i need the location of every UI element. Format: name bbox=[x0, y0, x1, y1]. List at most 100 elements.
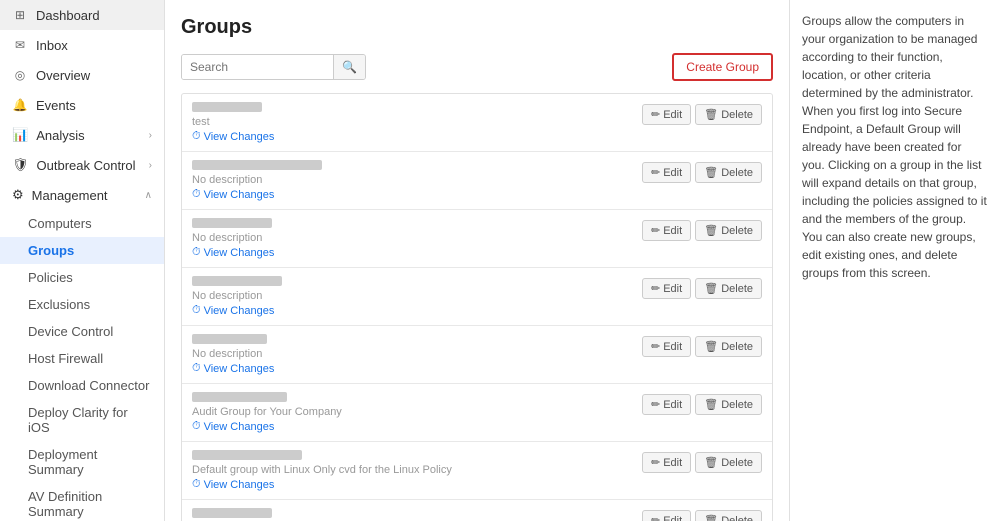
group-description: test bbox=[192, 116, 634, 128]
group-name-block: No description ⏱ View Changes bbox=[192, 334, 634, 375]
sidebar: ⊞ Dashboard ✉ Inbox ◎ Overview 🔔 Events … bbox=[0, 0, 165, 521]
search-box: 🔍 bbox=[181, 54, 366, 80]
inbox-icon: ✉ bbox=[12, 37, 28, 53]
sidebar-section-analysis[interactable]: 📊 Analysis › bbox=[0, 120, 164, 150]
group-item: No description ⏱ View Changes ✏ Edit 🗑 D… bbox=[182, 326, 772, 384]
sidebar-item-overview[interactable]: ◎ Overview bbox=[0, 60, 164, 90]
group-actions: ✏ Edit 🗑 Delete bbox=[642, 104, 762, 125]
management-icon: ⚙ bbox=[12, 187, 24, 203]
group-name-bar bbox=[192, 276, 282, 286]
edit-button[interactable]: ✏ Edit bbox=[642, 510, 691, 521]
group-item: No description ⏱ View Changes ✏ Edit 🗑 D… bbox=[182, 152, 772, 210]
page-content: Groups 🔍 Create Group test ⏱ View Change… bbox=[165, 0, 789, 521]
group-name-bar bbox=[192, 218, 272, 228]
sidebar-item-policies[interactable]: Policies bbox=[0, 264, 164, 291]
delete-button[interactable]: 🗑 Delete bbox=[695, 336, 762, 357]
dashboard-icon: ⊞ bbox=[12, 7, 28, 23]
sidebar-item-events[interactable]: 🔔 Events bbox=[0, 90, 164, 120]
clock-icon: ⏱ bbox=[192, 304, 201, 317]
group-item: No description ⏱ View Changes ✏ Edit 🗑 D… bbox=[182, 268, 772, 326]
sidebar-item-computers[interactable]: Computers bbox=[0, 210, 164, 237]
sidebar-item-host-firewall[interactable]: Host Firewall bbox=[0, 345, 164, 372]
sidebar-item-inbox[interactable]: ✉ Inbox bbox=[0, 30, 164, 60]
overview-icon: ◎ bbox=[12, 67, 28, 83]
search-button[interactable]: 🔍 bbox=[333, 55, 365, 79]
clock-icon: ⏱ bbox=[192, 246, 201, 259]
group-name-bar bbox=[192, 102, 262, 112]
create-group-button[interactable]: Create Group bbox=[672, 53, 773, 81]
group-item: No description ⏱ View Changes ✏ Edit 🗑 D… bbox=[182, 500, 772, 521]
group-name-block: No description ⏱ View Changes bbox=[192, 160, 634, 201]
sidebar-item-av-definition-summary[interactable]: AV Definition Summary bbox=[0, 483, 164, 521]
group-item-header: No description ⏱ View Changes ✏ Edit 🗑 D… bbox=[192, 334, 762, 375]
group-name-block: No description ⏱ View Changes bbox=[192, 218, 634, 259]
clock-icon: ⏱ bbox=[192, 130, 201, 143]
group-actions: ✏ Edit 🗑 Delete bbox=[642, 220, 762, 241]
edit-button[interactable]: ✏ Edit bbox=[642, 278, 691, 299]
view-changes-link[interactable]: ⏱ View Changes bbox=[192, 420, 634, 433]
sidebar-section-management[interactable]: ⚙ Management ∧ bbox=[0, 180, 164, 210]
edit-button[interactable]: ✏ Edit bbox=[642, 104, 691, 125]
sidebar-item-deploy-clarity[interactable]: Deploy Clarity for iOS bbox=[0, 399, 164, 441]
view-changes-link[interactable]: ⏱ View Changes bbox=[192, 362, 634, 375]
group-item-header: No description ⏱ View Changes ✏ Edit 🗑 D… bbox=[192, 218, 762, 259]
group-name-bar bbox=[192, 334, 267, 344]
group-item: test ⏱ View Changes ✏ Edit 🗑 Delete bbox=[182, 94, 772, 152]
delete-button[interactable]: 🗑 Delete bbox=[695, 104, 762, 125]
info-text: Groups allow the computers in your organ… bbox=[802, 12, 987, 282]
group-list: test ⏱ View Changes ✏ Edit 🗑 Delete No d… bbox=[181, 93, 773, 521]
view-changes-link[interactable]: ⏱ View Changes bbox=[192, 188, 634, 201]
group-name-block: No description ⏱ View Changes bbox=[192, 508, 634, 521]
group-name-block: test ⏱ View Changes bbox=[192, 102, 634, 143]
chevron-up-icon: ∧ bbox=[145, 190, 152, 201]
sidebar-item-deployment-summary[interactable]: Deployment Summary bbox=[0, 441, 164, 483]
sidebar-item-groups[interactable]: Groups bbox=[0, 237, 164, 264]
delete-button[interactable]: 🗑 Delete bbox=[695, 162, 762, 183]
group-actions: ✏ Edit 🗑 Delete bbox=[642, 452, 762, 473]
sidebar-item-device-control[interactable]: Device Control bbox=[0, 318, 164, 345]
search-input[interactable] bbox=[182, 55, 333, 79]
group-name-block: Default group with Linux Only cvd for th… bbox=[192, 450, 634, 491]
group-item-header: Default group with Linux Only cvd for th… bbox=[192, 450, 762, 491]
group-item: Default group with Linux Only cvd for th… bbox=[182, 442, 772, 500]
edit-button[interactable]: ✏ Edit bbox=[642, 394, 691, 415]
sidebar-item-download-connector[interactable]: Download Connector bbox=[0, 372, 164, 399]
sidebar-item-dashboard[interactable]: ⊞ Dashboard bbox=[0, 0, 164, 30]
delete-button[interactable]: 🗑 Delete bbox=[695, 220, 762, 241]
edit-button[interactable]: ✏ Edit bbox=[642, 220, 691, 241]
view-changes-link[interactable]: ⏱ View Changes bbox=[192, 130, 634, 143]
group-description: No description bbox=[192, 174, 634, 186]
edit-button[interactable]: ✏ Edit bbox=[642, 452, 691, 473]
chevron-down-icon: › bbox=[149, 160, 152, 171]
group-description: Default group with Linux Only cvd for th… bbox=[192, 464, 634, 476]
delete-button[interactable]: 🗑 Delete bbox=[695, 452, 762, 473]
events-icon: 🔔 bbox=[12, 97, 28, 113]
group-item-header: No description ⏱ View Changes ✏ Edit 🗑 D… bbox=[192, 508, 762, 521]
view-changes-link[interactable]: ⏱ View Changes bbox=[192, 304, 634, 317]
chevron-down-icon: › bbox=[149, 130, 152, 141]
page-title: Groups bbox=[181, 16, 773, 39]
view-changes-link[interactable]: ⏱ View Changes bbox=[192, 246, 634, 259]
sidebar-section-outbreak-control[interactable]: 🛡 Outbreak Control › bbox=[0, 150, 164, 180]
group-actions: ✏ Edit 🗑 Delete bbox=[642, 162, 762, 183]
group-item-header: test ⏱ View Changes ✏ Edit 🗑 Delete bbox=[192, 102, 762, 143]
edit-button[interactable]: ✏ Edit bbox=[642, 336, 691, 357]
view-changes-link[interactable]: ⏱ View Changes bbox=[192, 478, 634, 491]
sidebar-item-exclusions[interactable]: Exclusions bbox=[0, 291, 164, 318]
delete-button[interactable]: 🗑 Delete bbox=[695, 278, 762, 299]
clock-icon: ⏱ bbox=[192, 362, 201, 375]
group-item-header: No description ⏱ View Changes ✏ Edit 🗑 D… bbox=[192, 276, 762, 317]
group-name-block: Audit Group for Your Company ⏱ View Chan… bbox=[192, 392, 634, 433]
clock-icon: ⏱ bbox=[192, 420, 201, 433]
group-actions: ✏ Edit 🗑 Delete bbox=[642, 394, 762, 415]
delete-button[interactable]: 🗑 Delete bbox=[695, 510, 762, 521]
group-description: No description bbox=[192, 348, 634, 360]
group-name-bar bbox=[192, 392, 287, 402]
group-name-block: No description ⏱ View Changes bbox=[192, 276, 634, 317]
edit-button[interactable]: ✏ Edit bbox=[642, 162, 691, 183]
toolbar: 🔍 Create Group bbox=[181, 53, 773, 81]
group-name-bar bbox=[192, 160, 322, 170]
group-item-header: No description ⏱ View Changes ✏ Edit 🗑 D… bbox=[192, 160, 762, 201]
delete-button[interactable]: 🗑 Delete bbox=[695, 394, 762, 415]
group-name-bar bbox=[192, 450, 302, 460]
